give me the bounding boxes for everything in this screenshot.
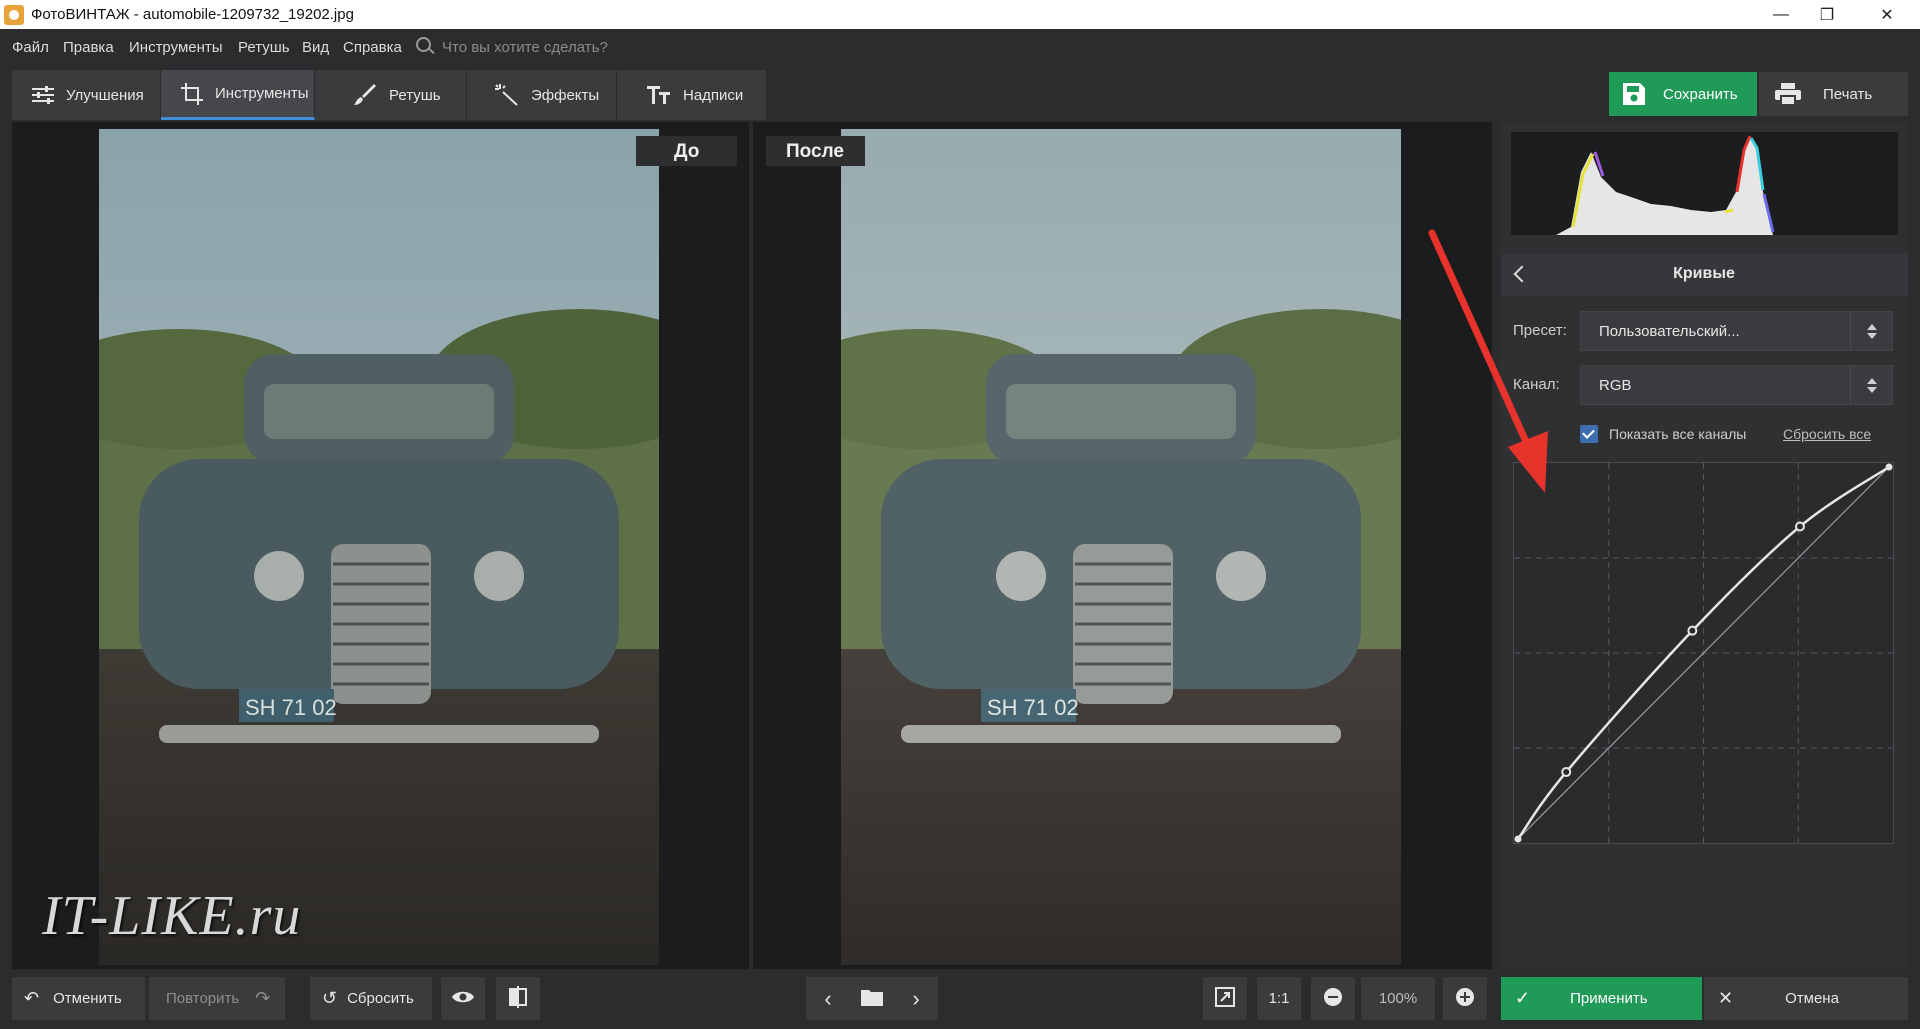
close-icon[interactable]: ✕: [1864, 0, 1910, 29]
command-search-input[interactable]: Что вы хотите сделать?: [442, 39, 608, 56]
title-bar: ФотоВИНТАЖ - automobile-1209732_19202.jp…: [0, 0, 1920, 29]
tab-label: Инструменты: [215, 85, 309, 102]
compare-button[interactable]: [496, 977, 540, 1020]
menu-tools[interactable]: Инструменты: [129, 39, 223, 56]
tab-enhancements[interactable]: Улучшения: [12, 70, 161, 120]
select-arrows-icon: [1850, 312, 1892, 350]
menu-edit[interactable]: Правка: [63, 39, 114, 56]
print-label: Печать: [1823, 85, 1873, 103]
zoom-in-icon: [1455, 987, 1475, 1011]
preset-label: Пресет:: [1513, 322, 1567, 339]
tab-retouch[interactable]: Ретушь: [315, 70, 467, 120]
curve-control-point[interactable]: [1794, 521, 1805, 532]
redo-icon: ↷: [255, 988, 271, 1008]
save-button[interactable]: Сохранить: [1609, 72, 1757, 116]
apply-button[interactable]: ✓ Применить: [1501, 977, 1702, 1020]
restore-icon[interactable]: ❐: [1804, 0, 1850, 29]
print-button[interactable]: Печать: [1759, 72, 1908, 116]
save-label: Сохранить: [1663, 85, 1738, 103]
minimize-icon[interactable]: —: [1758, 0, 1804, 29]
show-all-channels-checkbox[interactable]: [1580, 425, 1598, 443]
channel-value: RGB: [1599, 376, 1632, 394]
reset-label: Сбросить: [347, 990, 414, 1007]
preset-value: Пользовательский...: [1599, 322, 1740, 340]
compare-split-icon: [509, 985, 527, 1012]
checkmark-icon: ✓: [1515, 988, 1531, 1008]
tab-captions[interactable]: Надписи: [617, 70, 767, 120]
channel-select[interactable]: RGB: [1580, 365, 1893, 405]
split-divider[interactable]: [749, 122, 753, 969]
redo-button[interactable]: Повторить ↷: [149, 977, 285, 1020]
text-icon: [647, 85, 671, 105]
tab-tools[interactable]: Инструменты: [161, 70, 315, 120]
show-all-channels-label: Показать все каналы: [1609, 426, 1747, 442]
fit-screen-button[interactable]: [1203, 977, 1247, 1020]
svg-text:SH 71 02: SH 71 02: [245, 695, 337, 720]
eye-icon: [452, 990, 474, 1008]
menu-help[interactable]: Справка: [343, 39, 402, 56]
chevron-right-icon: ›: [912, 985, 920, 1011]
curve-control-point[interactable]: [1514, 835, 1522, 843]
curves-editor[interactable]: [1513, 462, 1894, 844]
redo-label: Повторить: [166, 990, 240, 1007]
undo-icon: ↶: [24, 988, 40, 1008]
after-label: После: [766, 136, 865, 166]
reset-button[interactable]: ↺ Сбросить: [310, 977, 432, 1020]
magic-wand-icon: [495, 84, 519, 106]
channel-label: Канал:: [1513, 376, 1560, 393]
folder-icon: [861, 988, 883, 1010]
watermark: IT-LIKE.ru: [42, 885, 302, 947]
apply-label: Применить: [1570, 990, 1648, 1007]
reset-all-link[interactable]: Сбросить все: [1783, 426, 1871, 442]
tab-effects[interactable]: Эффекты: [467, 70, 617, 120]
fit-to-screen-icon: [1215, 986, 1235, 1011]
tab-label: Эффекты: [531, 86, 600, 104]
cancel-label: Отмена: [1785, 990, 1839, 1007]
tab-label: Ретушь: [389, 86, 441, 104]
curve-control-point[interactable]: [1885, 463, 1893, 471]
menu-view[interactable]: Вид: [302, 39, 329, 56]
undo-label: Отменить: [53, 990, 122, 1007]
save-icon: [1623, 83, 1645, 105]
zoom-one-to-one-button[interactable]: 1:1: [1257, 977, 1301, 1020]
zoom-level-field[interactable]: 100%: [1361, 977, 1435, 1020]
crop-icon: [181, 82, 203, 105]
menu-retouch[interactable]: Ретушь: [238, 39, 290, 56]
app-logo-icon: [4, 5, 24, 25]
curve-control-point[interactable]: [1561, 767, 1572, 778]
sliders-icon: [32, 85, 54, 105]
zoom-in-button[interactable]: [1443, 977, 1487, 1020]
window-title: ФотоВИНТАЖ - automobile-1209732_19202.jp…: [31, 6, 354, 23]
open-folder-button[interactable]: [850, 977, 894, 1020]
close-icon: ✕: [1718, 988, 1734, 1008]
curves-title: Кривые: [1673, 265, 1735, 282]
histogram: [1511, 132, 1898, 235]
printer-icon: [1775, 83, 1801, 105]
preset-select[interactable]: Пользовательский...: [1580, 311, 1893, 351]
select-arrows-icon: [1850, 366, 1892, 404]
tab-label: Улучшения: [66, 86, 144, 104]
curve-control-point[interactable]: [1687, 625, 1698, 636]
reset-icon: ↺: [322, 988, 338, 1008]
zoom-out-icon: [1323, 987, 1343, 1011]
chevron-left-icon: ‹: [824, 985, 832, 1011]
before-photo: SH 71 02: [99, 129, 659, 965]
svg-text:SH 71 02: SH 71 02: [987, 695, 1079, 720]
cancel-button[interactable]: ✕ Отмена: [1704, 977, 1908, 1020]
after-photo: SH 71 02: [841, 129, 1401, 965]
brush-icon: [353, 84, 377, 105]
tab-label: Надписи: [683, 86, 744, 104]
preview-eye-button[interactable]: [441, 977, 485, 1020]
undo-button[interactable]: ↶ Отменить: [12, 977, 145, 1020]
zoom-out-button[interactable]: [1311, 977, 1355, 1020]
menu-file[interactable]: Файл: [12, 39, 49, 56]
previous-image-button[interactable]: ‹: [806, 977, 850, 1020]
before-label: До: [636, 136, 737, 166]
next-image-button[interactable]: ›: [894, 977, 938, 1020]
main-tabs: Улучшения Инструменты Ретушь Эффекты Над…: [12, 70, 767, 120]
search-icon[interactable]: [416, 37, 431, 52]
